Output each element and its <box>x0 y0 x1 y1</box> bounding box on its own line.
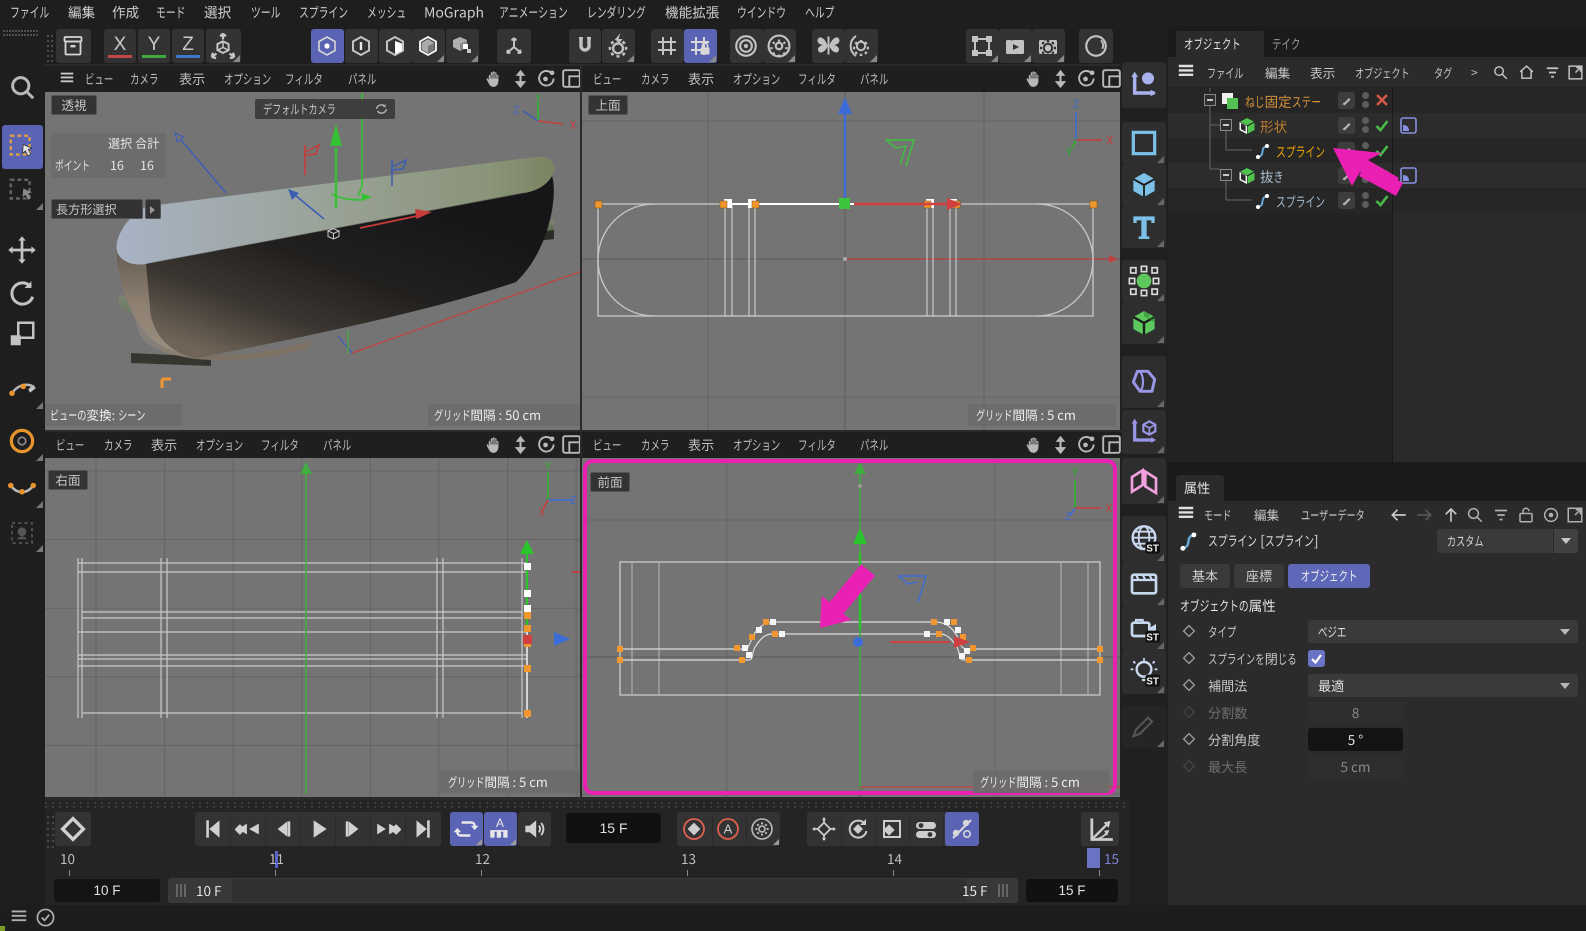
svg-text:A: A <box>724 822 733 837</box>
svg-text:A: A <box>496 816 504 830</box>
